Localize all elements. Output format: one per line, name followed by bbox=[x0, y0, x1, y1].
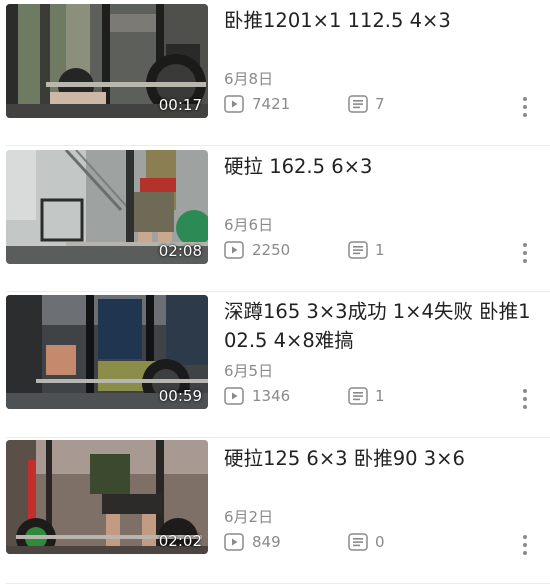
more-vertical-icon[interactable] bbox=[514, 240, 536, 266]
more-vertical-icon[interactable] bbox=[514, 386, 536, 412]
play-count-icon bbox=[224, 241, 244, 259]
view-count: 7421 bbox=[252, 95, 291, 113]
video-stats: 7421 7 bbox=[224, 94, 524, 114]
comment-count-icon bbox=[348, 387, 368, 405]
video-thumbnail[interactable]: 00:59 bbox=[6, 295, 208, 409]
view-count: 849 bbox=[252, 533, 281, 551]
comment-count: 7 bbox=[375, 95, 385, 113]
video-duration: 02:02 bbox=[158, 532, 202, 550]
video-date: 6月8日 bbox=[224, 70, 274, 88]
comment-count-icon bbox=[348, 95, 368, 113]
video-thumbnail[interactable]: 00:17 bbox=[6, 4, 208, 118]
more-vertical-icon[interactable] bbox=[514, 532, 536, 558]
comment-count-icon bbox=[348, 533, 368, 551]
view-count: 1346 bbox=[252, 387, 291, 405]
play-count-icon bbox=[224, 95, 244, 113]
comment-count: 0 bbox=[375, 533, 385, 551]
comment-count: 1 bbox=[375, 241, 385, 259]
video-duration: 00:17 bbox=[158, 96, 202, 114]
video-item[interactable]: 00:17 卧推1201×1 112.5 4×3 6月8日 7421 7 bbox=[0, 0, 550, 146]
video-thumbnail[interactable]: 02:02 bbox=[6, 440, 208, 554]
video-item[interactable]: 02:02 硬拉125 6×3 卧推90 3×6 6月2日 849 0 bbox=[0, 438, 550, 584]
video-duration: 00:59 bbox=[158, 387, 202, 405]
view-count: 2250 bbox=[252, 241, 291, 259]
video-title[interactable]: 硬拉 162.5 6×3 bbox=[224, 152, 539, 181]
video-list: 00:17 卧推1201×1 112.5 4×3 6月8日 7421 7 02:… bbox=[0, 0, 550, 584]
video-item[interactable]: 00:59 深蹲165 3×3成功 1×4失败 卧推102.5 4×8难搞 6月… bbox=[0, 292, 550, 438]
video-stats: 1346 1 bbox=[224, 386, 524, 406]
video-item[interactable]: 02:08 硬拉 162.5 6×3 6月6日 2250 1 bbox=[0, 146, 550, 292]
video-date: 6月2日 bbox=[224, 508, 274, 526]
video-thumbnail[interactable]: 02:08 bbox=[6, 150, 208, 264]
comment-count-icon bbox=[348, 241, 368, 259]
video-stats: 849 0 bbox=[224, 532, 524, 552]
play-count-icon bbox=[224, 533, 244, 551]
video-stats: 2250 1 bbox=[224, 240, 524, 260]
video-duration: 02:08 bbox=[158, 242, 202, 260]
play-count-icon bbox=[224, 387, 244, 405]
more-vertical-icon[interactable] bbox=[514, 94, 536, 120]
video-date: 6月6日 bbox=[224, 216, 274, 234]
comment-count: 1 bbox=[375, 387, 385, 405]
video-title[interactable]: 深蹲165 3×3成功 1×4失败 卧推102.5 4×8难搞 bbox=[224, 297, 539, 355]
video-date: 6月5日 bbox=[224, 362, 274, 380]
video-title[interactable]: 卧推1201×1 112.5 4×3 bbox=[224, 6, 539, 35]
video-title[interactable]: 硬拉125 6×3 卧推90 3×6 bbox=[224, 444, 539, 473]
